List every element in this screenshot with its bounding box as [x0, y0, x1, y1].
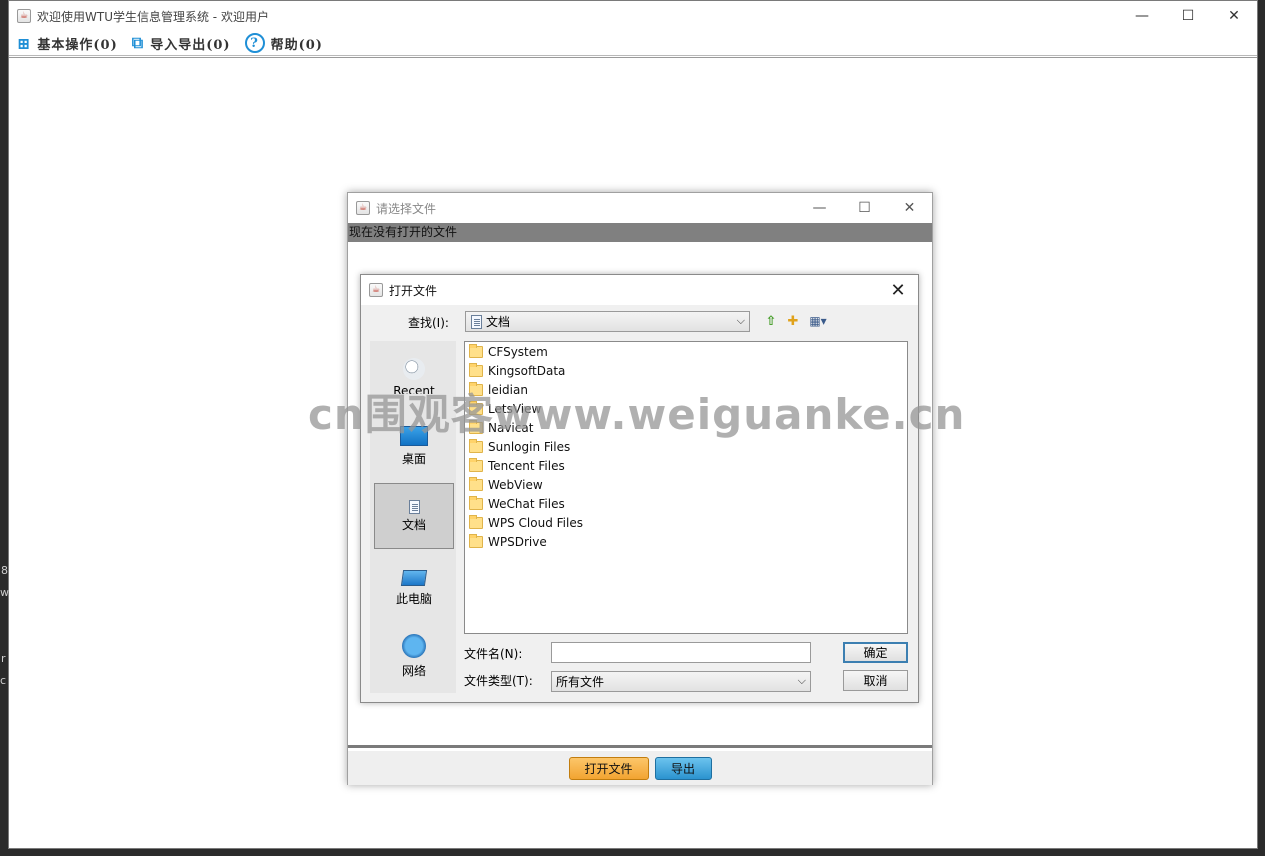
export-button[interactable]: 导出 [654, 756, 712, 780]
file-name-input[interactable] [551, 642, 811, 663]
menu-bar: ⊞ 基本操作(0) ⧉ 导入导出(0) ? 帮助(0) [9, 31, 1257, 56]
list-item[interactable]: WPSDrive [468, 532, 547, 551]
chevron-down-icon: ⌵ [736, 314, 745, 327]
plus-square-icon: ⊞ [17, 33, 32, 53]
close-button[interactable]: ✕ [887, 193, 932, 223]
documents-icon [408, 499, 420, 514]
main-window-title: 欢迎使用WTU学生信息管理系统 - 欢迎用户 [37, 9, 269, 24]
folder-icon [469, 343, 483, 358]
list-item[interactable]: Tencent Files [468, 456, 565, 475]
file-name-label: 文件名(N): [464, 647, 523, 661]
file-type-value: 所有文件 [556, 675, 605, 689]
list-item[interactable]: WeChat Files [468, 494, 565, 513]
java-app-icon: ☕ [356, 201, 370, 215]
java-app-icon: ☕ [17, 9, 31, 23]
menu-divider [9, 57, 1257, 58]
background-edge-text: 8 w r c [0, 560, 9, 700]
edge-char: c [0, 674, 7, 687]
select-window-title-bar[interactable]: ☕ 请选择文件 — ☐ ✕ [348, 193, 932, 223]
cancel-button[interactable]: 取消 [843, 670, 908, 691]
close-button[interactable]: ✕ [884, 277, 912, 303]
select-window-title: 请选择文件 [376, 201, 437, 216]
select-window-button-bar: 打开文件 导出 [348, 751, 932, 785]
file-status-label: 现在没有打开的文件 [348, 223, 932, 242]
open-dialog-title: 打开文件 [389, 283, 438, 298]
folder-icon [469, 438, 483, 453]
folder-icon [469, 476, 483, 491]
menu-import-export[interactable]: ⧉ 导入导出(0) [132, 33, 231, 53]
close-button[interactable]: ✕ [1211, 1, 1257, 31]
list-item[interactable]: WPS Cloud Files [468, 513, 583, 532]
main-title-bar[interactable]: ☕ 欢迎使用WTU学生信息管理系统 - 欢迎用户 — ☐ ✕ [9, 1, 1257, 31]
look-in-label: 查找(I): [408, 316, 449, 330]
import-export-icon: ⧉ [131, 33, 145, 52]
file-name: CFSystem [488, 344, 548, 359]
menu-import-export-label: 导入导出(0) [150, 37, 231, 53]
file-name: WPS Cloud Files [488, 515, 583, 530]
java-app-icon: ☕ [369, 283, 383, 297]
open-file-dialog: ☕ 打开文件 ✕ 查找(I): 文档 ⌵ ⇧ ✚ ▦▾ Recent 桌面 文档… [360, 274, 919, 703]
menu-help-label: 帮助(0) [270, 37, 323, 53]
file-name: WeChat Files [488, 496, 565, 511]
look-in-value: 文档 [486, 315, 511, 329]
chevron-down-icon: ⌵ [797, 674, 806, 687]
open-dialog-title-bar[interactable]: ☕ 打开文件 ✕ [361, 275, 918, 305]
menu-basic-operations-label: 基本操作(0) [37, 37, 118, 53]
edge-char: 8 [1, 564, 8, 577]
file-name: KingsoftData [488, 363, 566, 378]
place-label: 网络 [401, 663, 426, 678]
folder-icon [469, 533, 483, 548]
maximize-button[interactable]: ☐ [1165, 1, 1211, 31]
list-item[interactable]: CFSystem [468, 342, 548, 361]
edge-char: r [1, 652, 6, 665]
file-name: WebView [488, 477, 543, 492]
open-file-button[interactable]: 打开文件 [568, 756, 649, 780]
file-name: WPSDrive [488, 534, 547, 549]
minimize-button[interactable]: — [797, 193, 842, 223]
up-folder-icon[interactable]: ⇧ [762, 312, 780, 330]
documents-icon [471, 314, 482, 329]
list-item[interactable]: WebView [468, 475, 543, 494]
computer-icon [400, 569, 428, 586]
recent-items-icon [403, 358, 425, 380]
place-documents[interactable]: 文档 [374, 483, 454, 549]
folder-icon [469, 457, 483, 472]
menu-help[interactable]: ? 帮助(0) [244, 33, 323, 53]
view-menu-icon[interactable]: ▦▾ [806, 312, 830, 330]
file-name: Tencent Files [488, 458, 565, 473]
edge-char: w [0, 586, 9, 599]
place-network[interactable]: 网络 [374, 623, 454, 689]
place-computer[interactable]: 此电脑 [374, 555, 454, 621]
file-list[interactable]: CFSystem KingsoftData leidian LetsView N… [464, 341, 908, 634]
file-type-label: 文件类型(T): [464, 674, 533, 688]
folder-icon [469, 495, 483, 510]
place-label: 桌面 [401, 451, 426, 466]
maximize-button[interactable]: ☐ [842, 193, 887, 223]
file-type-dropdown[interactable]: 所有文件 ⌵ [551, 671, 811, 692]
help-circle-icon: ? [244, 33, 265, 53]
new-folder-icon[interactable]: ✚ [784, 312, 802, 330]
place-label: 此电脑 [395, 591, 432, 606]
look-in-dropdown[interactable]: 文档 ⌵ [465, 311, 750, 332]
watermark: cn围观客www.weiguanke.cn [308, 390, 966, 439]
folder-icon [469, 514, 483, 529]
list-item[interactable]: KingsoftData [468, 361, 565, 380]
network-icon [402, 633, 426, 658]
place-label: 文档 [401, 517, 426, 532]
ok-button[interactable]: 确定 [843, 642, 908, 663]
folder-icon [469, 362, 483, 377]
minimize-button[interactable]: — [1119, 1, 1165, 31]
menu-basic-operations[interactable]: ⊞ 基本操作(0) [17, 34, 118, 53]
file-chooser-toolbar: ⇧ ✚ ▦▾ [762, 312, 830, 330]
